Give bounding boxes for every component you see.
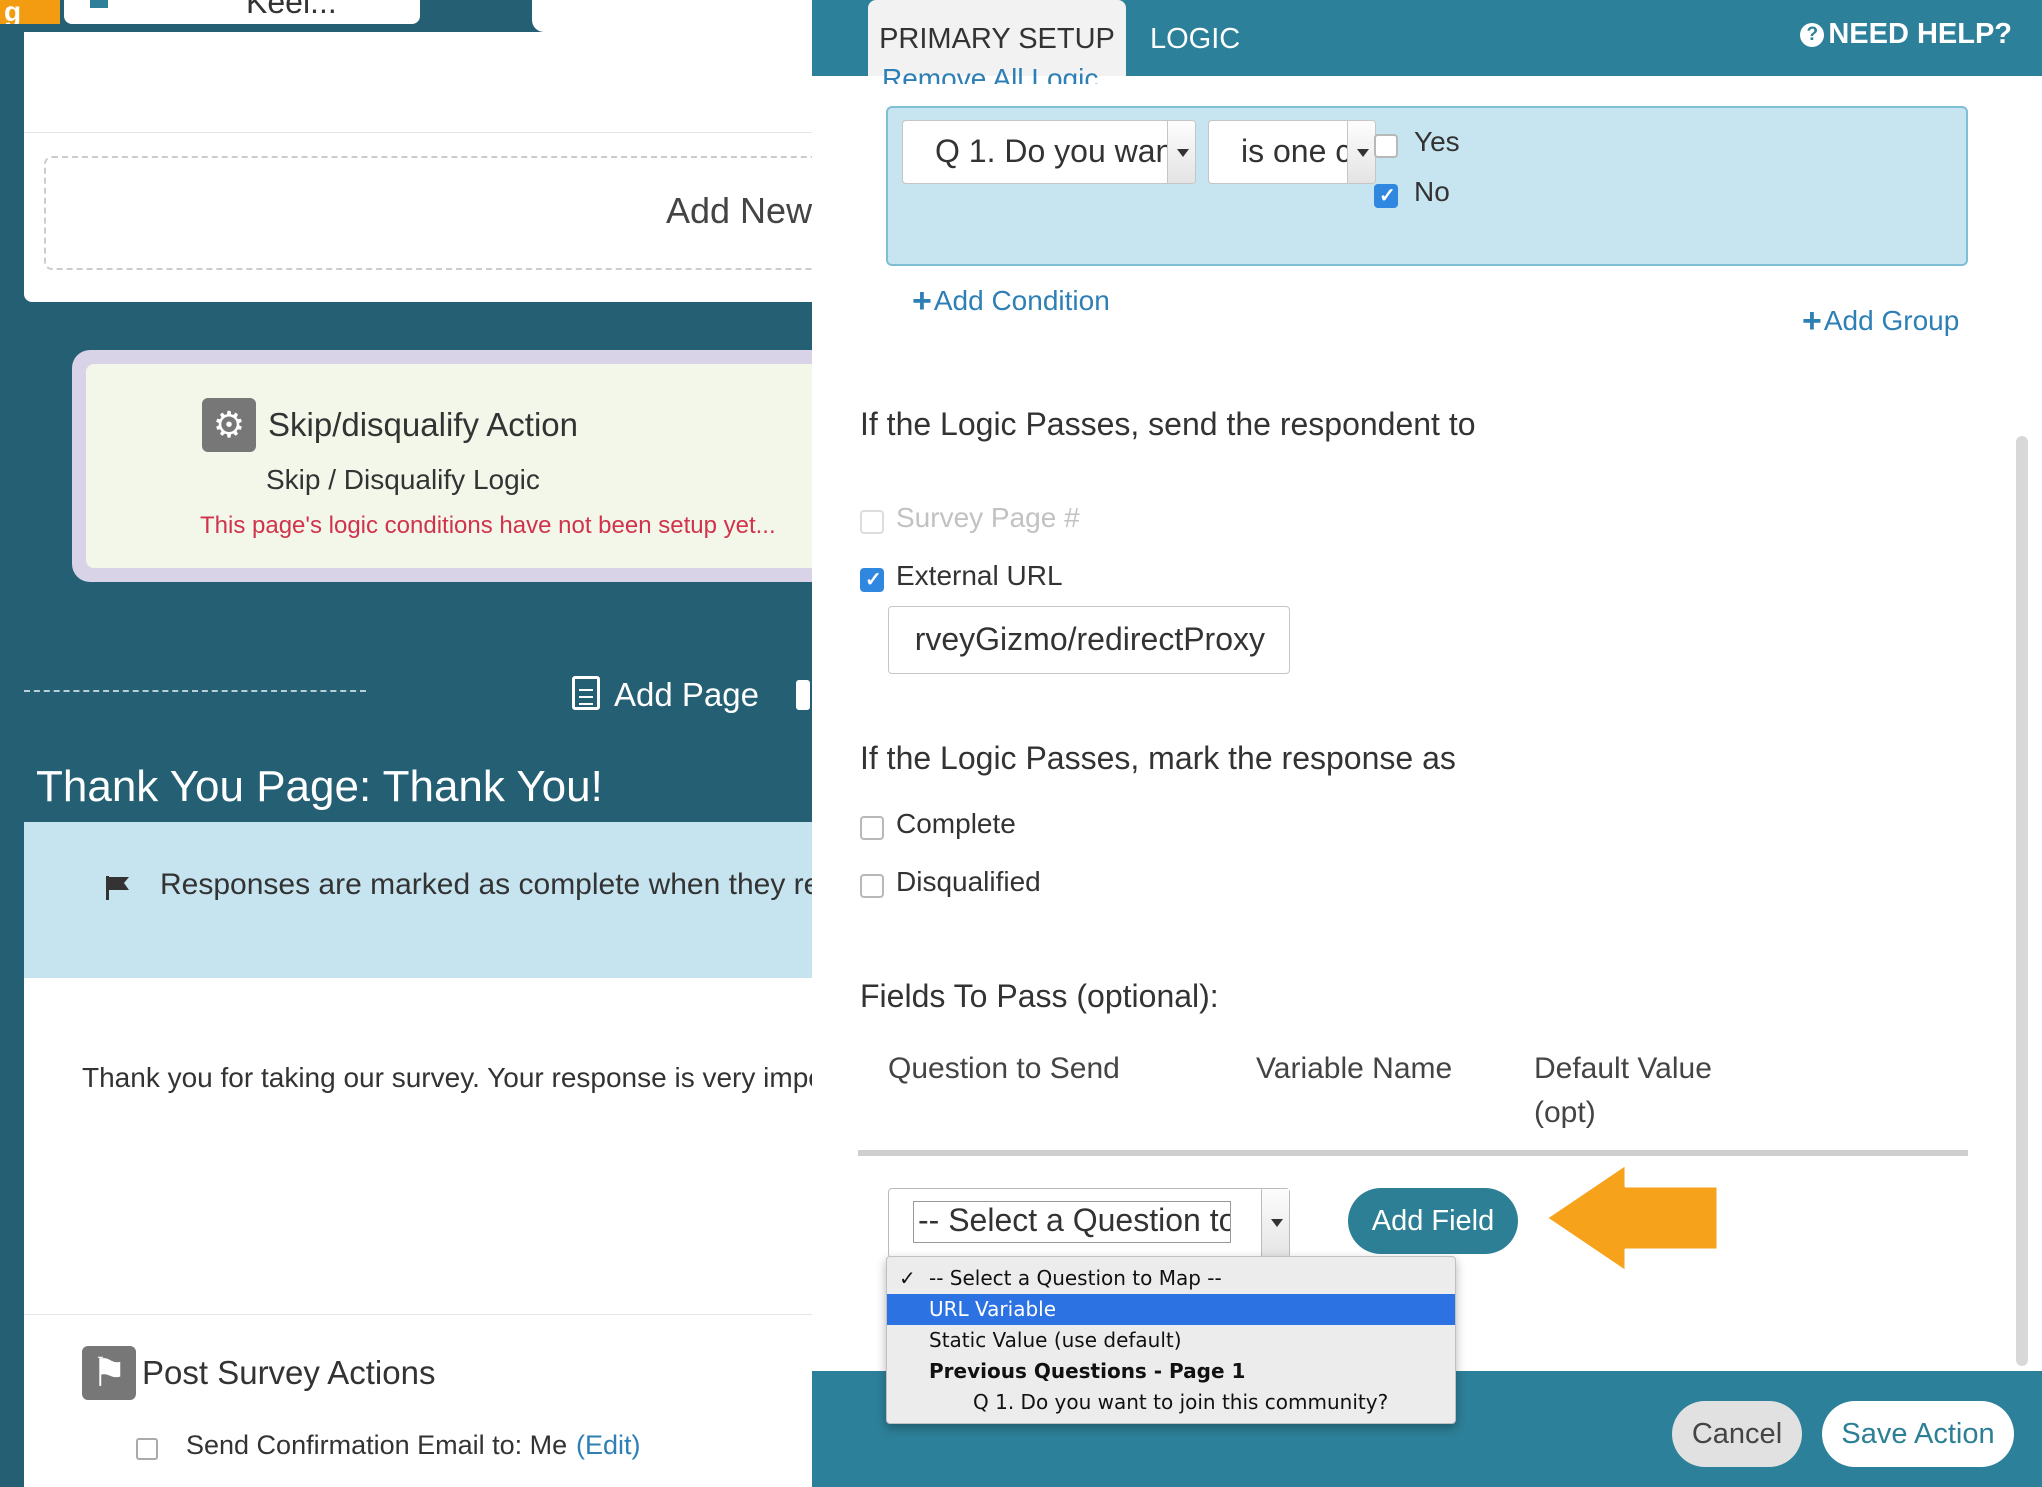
send-confirmation-label: Send Confirmation Email to: Me: [186, 1430, 568, 1460]
info-banner: Responses are marked as complete when th…: [24, 822, 869, 978]
table-header-divider: [858, 1150, 1968, 1156]
thank-you-card: Responses are marked as complete when th…: [24, 822, 869, 1487]
add-condition-link[interactable]: +Add Condition: [912, 282, 1110, 321]
tab-logic[interactable]: LOGIC: [1150, 0, 1240, 76]
chevron-down-icon: [1167, 121, 1195, 183]
fields-to-pass-heading: Fields To Pass (optional):: [860, 978, 1219, 1014]
cancel-button[interactable]: Cancel: [1672, 1401, 1802, 1467]
option-no-checkbox[interactable]: [1374, 183, 1398, 208]
dropdown-group-previous-questions: Previous Questions - Page 1: [887, 1356, 1455, 1387]
annotation-arrow-icon: [1544, 1162, 1720, 1274]
skip-card-subtitle: Skip / Disqualify Logic: [266, 464, 540, 495]
send-confirmation-checkbox[interactable]: [136, 1438, 158, 1460]
question-select-value: -- Select a Question to: [918, 1202, 1231, 1238]
external-url-checkbox[interactable]: [860, 567, 884, 592]
question-to-send-select[interactable]: -- Select a Question to: [888, 1188, 1290, 1258]
survey-page-checkbox: [860, 510, 884, 534]
info-banner-text: Responses are marked as complete when th…: [160, 868, 869, 901]
chevron-down-icon: [1261, 1189, 1289, 1257]
edit-link[interactable]: (Edit): [576, 1430, 641, 1461]
add-new-label: Add New: [666, 190, 813, 231]
survey-page-label: Survey Page #: [896, 502, 1080, 533]
help-icon: ?: [1800, 23, 1825, 47]
page-break-line: [24, 690, 366, 692]
add-condition-label: Add Condition: [933, 285, 1110, 316]
dropdown-option-label: -- Select a Question to Map --: [929, 1266, 1222, 1290]
external-url-label: External URL: [896, 560, 1063, 591]
survey-title: Keel...: [246, 0, 337, 20]
skip-card-warning: This page's logic conditions have not be…: [200, 512, 776, 539]
remove-all-logic-link[interactable]: Remove All Logic: [882, 62, 1098, 84]
nav-build-tab[interactable]: [430, 0, 522, 24]
condition-question-select[interactable]: Q 1. Do you want to jc: [902, 120, 1196, 184]
dropdown-group-label: Previous Questions - Page 1: [929, 1359, 1246, 1383]
add-field-button[interactable]: Add Field: [1348, 1188, 1518, 1254]
need-help-label: NEED HELP?: [1828, 18, 2012, 50]
external-url-input[interactable]: rveyGizmo/redirectProxy: [888, 606, 1290, 674]
thank-you-message: Thank you for taking our survey. Your re…: [82, 1062, 834, 1093]
page-icon: [572, 676, 600, 710]
save-action-button[interactable]: Save Action: [1822, 1401, 2014, 1467]
skip-disqualify-card[interactable]: ⚙ Skip/disqualify Action Skip / Disquali…: [72, 350, 852, 582]
option-yes-label: Yes: [1414, 126, 1460, 157]
disqualified-label: Disqualified: [896, 866, 1041, 897]
flag-icon: [106, 876, 129, 900]
condition-operator-value: is one c: [1241, 133, 1352, 169]
question-card: Add New: [24, 32, 864, 302]
add-item-icon[interactable]: [796, 680, 810, 710]
nav-tabstrip[interactable]: [532, 0, 832, 32]
dropdown-option-select-placeholder[interactable]: ✓ -- Select a Question to Map --: [887, 1263, 1455, 1294]
plus-icon: +: [912, 282, 932, 320]
dropdown-option-label: Static Value (use default): [929, 1328, 1182, 1352]
add-new-dropzone[interactable]: Add New: [44, 156, 864, 270]
mark-response-heading: If the Logic Passes, mark the response a…: [860, 740, 1456, 776]
survey-title-tab[interactable]: Keel...: [64, 0, 420, 24]
option-no-label: No: [1414, 176, 1450, 207]
post-survey-actions-title: Post Survey Actions: [142, 1354, 436, 1391]
divider: [24, 1314, 844, 1315]
logic-group: Q 1. Do you want to jc is one c Yes No: [886, 106, 1968, 266]
app-logo[interactable]: g: [0, 0, 60, 24]
question-dropdown-list[interactable]: ✓ -- Select a Question to Map -- URL Var…: [886, 1256, 1456, 1424]
chevron-down-icon: [1347, 121, 1375, 183]
disqualified-checkbox[interactable]: [860, 874, 884, 898]
add-page-label: Add Page: [614, 676, 759, 713]
flag-icon: [82, 1346, 136, 1400]
external-url-value: rveyGizmo/redirectProxy: [914, 621, 1265, 657]
dropdown-option-label: Q 1. Do you want to join this community?: [973, 1390, 1389, 1414]
dropdown-option-static-value[interactable]: Static Value (use default): [887, 1325, 1455, 1356]
home-icon[interactable]: [90, 0, 108, 8]
divider: [24, 132, 844, 133]
col-default-value: Default Value: [1534, 1052, 1712, 1085]
skip-card-title: Skip/disqualify Action: [268, 406, 579, 443]
add-group-label: Add Group: [1823, 305, 1960, 336]
complete-checkbox[interactable]: [860, 816, 884, 840]
send-respondent-heading: If the Logic Passes, send the respondent…: [860, 406, 1476, 442]
complete-label: Complete: [896, 808, 1016, 839]
modal-scrollbar[interactable]: [2016, 436, 2028, 1366]
add-page-button[interactable]: Add Page: [572, 676, 759, 720]
col-default-value-opt: (opt): [1534, 1096, 1596, 1129]
question-select-field: -- Select a Question to: [913, 1201, 1231, 1243]
condition-operator-select[interactable]: is one c: [1208, 120, 1376, 184]
add-group-link[interactable]: +Add Group: [1802, 302, 1959, 341]
option-yes-checkbox[interactable]: [1374, 134, 1398, 158]
col-question-to-send: Question to Send: [888, 1052, 1120, 1085]
checkmark-icon: ✓: [899, 1266, 916, 1290]
gear-icon: ⚙: [202, 398, 256, 452]
condition-question-value: Q 1. Do you want to jc: [935, 133, 1195, 169]
dropdown-option-q1[interactable]: Q 1. Do you want to join this community?: [887, 1387, 1455, 1418]
plus-icon: +: [1802, 302, 1822, 340]
dropdown-option-label: URL Variable: [929, 1297, 1057, 1321]
thank-you-page-title: Thank You Page: Thank You!: [36, 762, 603, 811]
modal-body: Remove All Logic Q 1. Do you want to jc …: [812, 63, 2042, 1371]
dropdown-option-url-variable[interactable]: URL Variable: [887, 1294, 1455, 1325]
col-variable-name: Variable Name: [1256, 1052, 1453, 1085]
need-help-link[interactable]: ? NEED HELP?: [1800, 18, 2012, 51]
